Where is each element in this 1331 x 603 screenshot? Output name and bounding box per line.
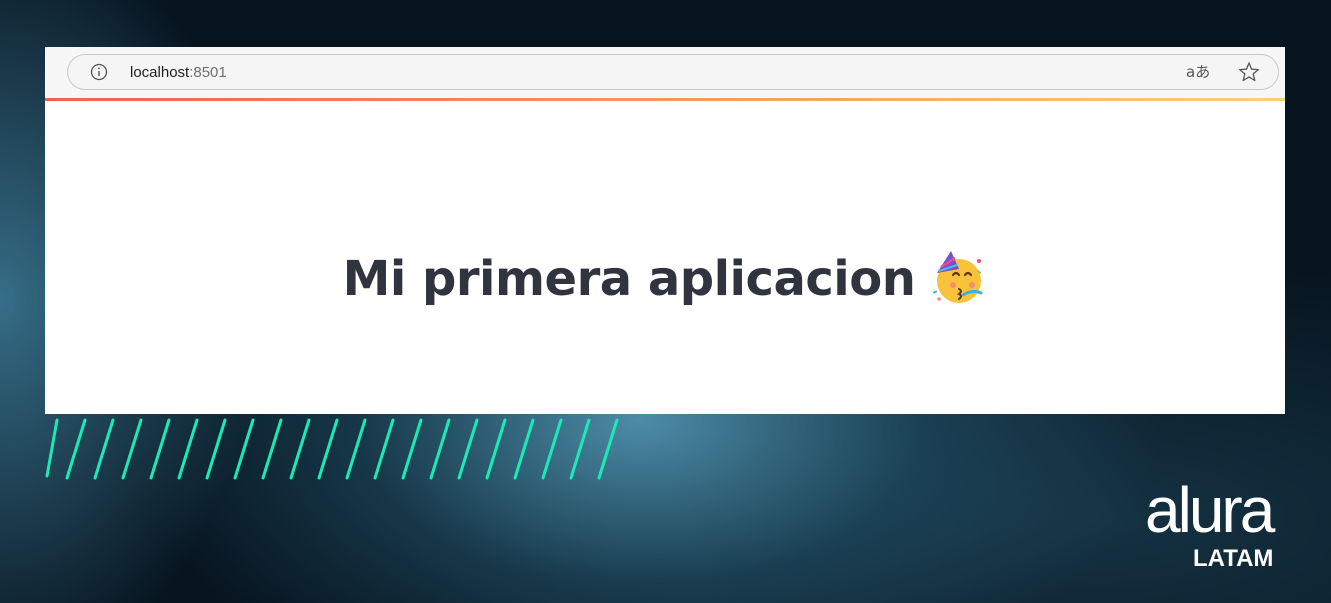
translate-icon[interactable]: aあ [1186, 63, 1210, 81]
url-text[interactable]: localhost:8501 [130, 64, 227, 82]
url-port: :8501 [189, 64, 227, 81]
logo-word: alura [1145, 474, 1276, 546]
url-host: localhost [130, 64, 190, 81]
logo-sub: LATAM [1193, 545, 1273, 570]
browser-window: localhost:8501 aあ Mi primera aplicacion [45, 47, 1285, 414]
browser-toolbar: localhost:8501 aあ [45, 47, 1285, 98]
page-title-text: Mi primera aplicacion [342, 251, 916, 307]
star-icon[interactable] [1238, 61, 1260, 83]
decorative-slashes [45, 418, 619, 480]
partying-face-emoji [933, 251, 983, 303]
address-bar[interactable]: localhost:8501 aあ [67, 54, 1279, 90]
page-title: Mi primera aplicacion [45, 251, 1285, 311]
alura-latam-logo: alura LATAM [1145, 474, 1279, 570]
info-icon[interactable] [90, 63, 108, 81]
app-content: Mi primera aplicacion [45, 101, 1285, 414]
